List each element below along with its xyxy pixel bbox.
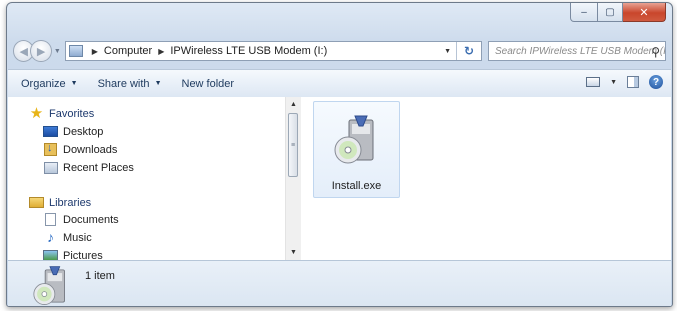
desktop-icon [43,125,58,138]
close-button[interactable]: ✕ [623,3,666,22]
navigation-scrollbar[interactable]: ▲ ≡ ▼ [285,97,301,260]
refresh-button[interactable]: ↻ [456,42,481,60]
share-with-label: Share with [97,77,150,90]
sidebar-item-documents[interactable]: Documents [43,213,119,226]
organize-menu[interactable]: Organize ▼ [14,78,85,90]
libraries-icon [29,196,44,209]
breadcrumb-drive[interactable]: IPWireless LTE USB Modem (I:) [170,45,327,57]
address-history-dropdown[interactable]: ▼ [444,48,451,55]
organize-label: Organize [21,77,66,90]
recent-pages-dropdown[interactable]: ▼ [54,48,61,55]
search-input[interactable] [495,45,666,57]
view-controls: ▼ ? [586,75,663,89]
sidebar-group-favorites[interactable]: ★ Favorites [29,105,95,122]
scroll-down-button[interactable]: ▼ [286,245,301,260]
downloads-icon [43,142,58,156]
forward-arrow-icon: ▶ [36,45,46,58]
chevron-down-icon: ▼ [70,80,78,87]
explorer-window: – ▢ ✕ ◀ ▶ ▼ ▶ Computer ▶ IPWireless LTE … [6,2,673,307]
new-folder-label: New folder [181,77,235,90]
change-view-icon[interactable] [586,77,601,87]
sidebar-group-libraries[interactable]: Libraries [29,196,91,209]
caption-buttons: – ▢ ✕ [570,3,666,22]
breadcrumb-computer[interactable]: Computer [104,45,152,57]
scroll-thumb[interactable]: ≡ [288,113,298,177]
documents-icon [43,213,58,226]
details-pane: 1 item [8,260,671,306]
chevron-down-icon: ▼ [154,80,162,87]
view-options-dropdown[interactable]: ▼ [610,79,617,86]
sidebar-item-recent-places[interactable]: Recent Places [43,161,134,174]
scroll-up-button[interactable]: ▲ [286,97,301,112]
new-folder-button[interactable]: New folder [175,78,242,90]
command-bar: Organize ▼ Share with ▼ New folder ▼ ? [8,69,671,98]
recent-places-icon [43,161,58,174]
sidebar-item-music[interactable]: ♪ Music [43,229,92,245]
drive-icon [68,45,83,57]
item-count: 1 item [85,270,115,282]
navigation-row: ◀ ▶ ▼ ▶ Computer ▶ IPWireless LTE USB Mo… [13,39,667,63]
libraries-label: Libraries [49,196,92,209]
minimize-button[interactable]: – [570,3,598,22]
file-name: Install.exe [331,180,382,192]
sidebar-item-desktop[interactable]: Desktop [43,125,103,138]
chevron-right-icon[interactable]: ▶ [92,47,98,56]
search-box[interactable]: ⚲ [488,41,667,61]
chevron-right-icon[interactable]: ▶ [158,47,164,56]
sidebar-item-downloads[interactable]: Downloads [43,142,118,156]
file-item-install-exe[interactable]: Install.exe [313,101,400,198]
sidebar-item-label: Recent Places [63,161,134,174]
sidebar-item-label: Documents [63,213,119,226]
content-area: ★ Favorites Desktop Downloads Recent Pla… [8,97,671,262]
favorites-label: Favorites [49,107,95,120]
navigation-pane: ★ Favorites Desktop Downloads Recent Pla… [8,97,284,262]
share-with-menu[interactable]: Share with ▼ [91,78,169,90]
address-bar[interactable]: ▶ Computer ▶ IPWireless LTE USB Modem (I… [64,41,483,61]
refresh-icon: ↻ [463,44,475,58]
help-icon[interactable]: ? [649,75,663,89]
search-icon[interactable]: ⚲ [651,45,660,59]
sidebar-item-label: Desktop [63,125,104,138]
back-arrow-icon: ◀ [19,45,28,58]
preview-pane-icon[interactable] [627,76,639,88]
star-icon: ★ [29,105,44,122]
installer-icon [334,115,374,164]
sidebar-item-label: Music [63,231,92,244]
maximize-button[interactable]: ▢ [598,3,623,22]
music-icon: ♪ [47,229,54,245]
sidebar-item-label: Downloads [63,143,118,156]
installer-icon [33,266,65,305]
forward-button[interactable]: ▶ [30,40,52,62]
